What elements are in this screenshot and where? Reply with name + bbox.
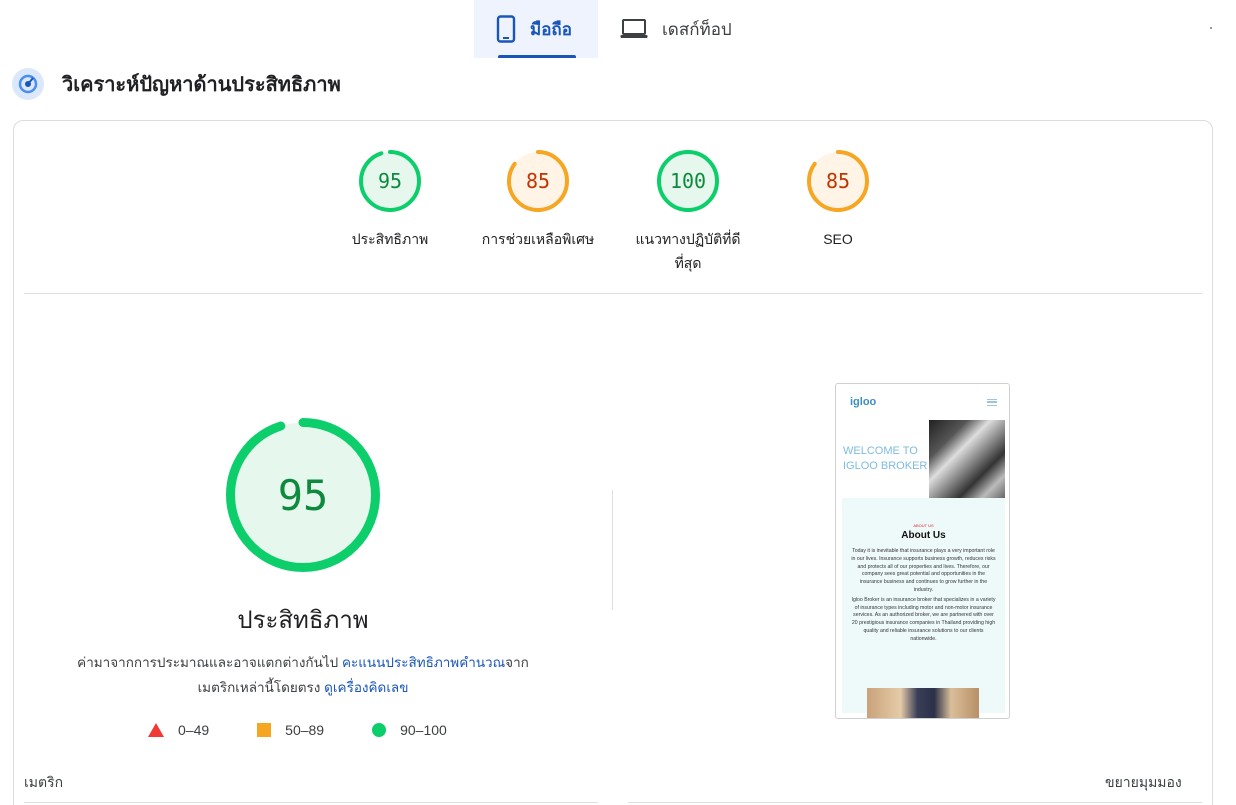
legend-pass: 90–100 [372, 722, 447, 738]
metrics-heading: เมตริก [24, 774, 64, 790]
divider [628, 802, 1202, 803]
hamburger-menu-icon [987, 398, 997, 406]
phone-icon [496, 15, 516, 43]
score-label: SEO [823, 231, 853, 247]
about-section: ABOUT US About Us Today it is inevitable… [842, 498, 1005, 718]
desc-text: จาก [505, 655, 529, 670]
score-label-line1: แนวทางปฏิบัติที่ดี [635, 231, 741, 247]
about-paragraph: Igloo Broker is an insurance broker that… [851, 596, 996, 642]
tab-mobile[interactable]: มือถือ [474, 0, 598, 58]
page-screenshot: igloo WELCOME TO IGLOO BROKER ABOUT US A… [835, 383, 1010, 719]
tab-mobile-label: มือถือ [530, 19, 572, 39]
laptop-icon [620, 18, 648, 40]
score-performance[interactable]: 95 ประสิทธิภาพ [330, 150, 450, 251]
section-header: วิเคราะห์ปัญหาด้านประสิทธิภาพ [12, 68, 341, 100]
tab-desktop-label: เดสก์ท็อป [662, 19, 732, 39]
hero-heading: WELCOME TO IGLOO BROKER [843, 445, 928, 472]
score-best-practices[interactable]: 100 แนวทางปฏิบัติที่ดีที่สุด [628, 150, 748, 275]
section-title: วิเคราะห์ปัญหาด้านประสิทธิภาพ [62, 74, 341, 96]
calculator-link[interactable]: ดูเครื่องคิดเลข [324, 680, 408, 695]
hero-photo [929, 420, 1005, 498]
expand-view-button[interactable]: ขยายมุมมอง [1105, 772, 1182, 794]
circle-icon [372, 723, 387, 737]
score-seo[interactable]: 85 SEO [778, 150, 898, 251]
device-tabs: มือถือ เดสก์ท็อป [474, 0, 754, 58]
legend-average-label: 50–89 [285, 722, 325, 738]
score-gauge: 85 [507, 150, 569, 212]
score-gauge: 85 [807, 150, 869, 212]
divider [612, 490, 613, 610]
desc-text: ค่ามาจากการประมาณและอาจแตกต่างกันไป [77, 655, 342, 670]
performance-description: ค่ามาจากการประมาณและอาจแตกต่างกันไป คะแน… [60, 650, 546, 700]
legend-fail-label: 0–49 [178, 722, 210, 738]
score-value: 100 [669, 169, 707, 193]
score-label: แนวทางปฏิบัติที่ดีที่สุด [628, 227, 748, 275]
score-calculation-link[interactable]: คะแนนประสิทธิภาพคำนวณ [342, 655, 505, 670]
site-logo: igloo [850, 396, 877, 408]
speed-gauge-icon [12, 68, 44, 100]
stray-mark [1210, 27, 1212, 29]
square-icon [257, 723, 272, 737]
legend-average: 50–89 [257, 722, 324, 738]
divider [24, 293, 1202, 294]
legend-fail: 0–49 [148, 722, 209, 738]
score-label: การช่วยเหลือพิเศษ [481, 231, 595, 247]
score-label-line2: ที่สุด [674, 255, 702, 271]
performance-gauge: 95 [226, 418, 380, 572]
score-value: 85 [825, 169, 851, 193]
score-gauge: 100 [657, 150, 719, 212]
score-summary: 95 ประสิทธิภาพ 85 การช่วยเหลือพิเศษ 100 … [330, 148, 890, 278]
score-label: ประสิทธิภาพ [351, 231, 429, 247]
tab-desktop[interactable]: เดสก์ท็อป [598, 0, 754, 58]
performance-score: 95 [277, 470, 329, 520]
legend-pass-label: 90–100 [400, 722, 447, 738]
performance-title: ประสิทธิภาพ [237, 607, 369, 634]
score-legend: 0–49 50–89 90–100 [148, 722, 495, 738]
triangle-icon [148, 723, 164, 737]
divider [24, 802, 598, 803]
about-title: About Us [901, 530, 946, 541]
score-value: 95 [377, 169, 403, 193]
desc-text: เมตริกเหล่านี้โดยตรง [197, 680, 325, 695]
score-accessibility[interactable]: 85 การช่วยเหลือพิเศษ [478, 150, 598, 251]
about-paragraph: Today it is inevitable that insurance pl… [851, 548, 996, 593]
score-gauge: 95 [359, 150, 421, 212]
about-photo [867, 688, 979, 718]
about-eyebrow: ABOUT US [913, 523, 934, 528]
screenshot-nav: igloo [836, 384, 1009, 420]
score-value: 85 [525, 169, 551, 193]
